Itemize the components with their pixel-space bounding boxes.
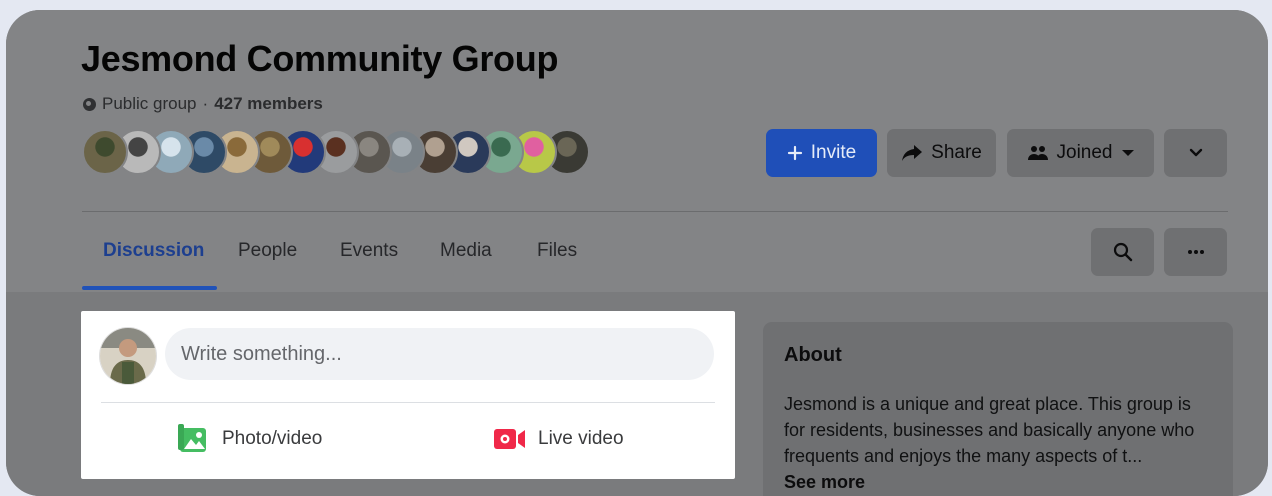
more-options-button[interactable] — [1164, 129, 1227, 177]
tab-events[interactable]: Events — [340, 240, 398, 262]
photo-icon — [178, 424, 206, 452]
joined-label: Joined — [1056, 142, 1113, 163]
options-button[interactable] — [1164, 228, 1227, 276]
composer-divider — [101, 402, 715, 403]
group-meta: Public group · 427 members — [83, 94, 323, 114]
composer-placeholder: Write something... — [181, 342, 342, 365]
tab-discussion[interactable]: Discussion — [103, 240, 204, 262]
share-label: Share — [931, 142, 982, 163]
active-tab-indicator — [82, 286, 217, 290]
privacy-label[interactable]: Public group — [102, 94, 197, 114]
live-video-button[interactable]: Live video — [494, 421, 624, 457]
photo-video-label: Photo/video — [222, 428, 323, 449]
tab-media[interactable]: Media — [440, 240, 492, 262]
member-avatars[interactable] — [82, 129, 590, 177]
group-title[interactable]: Jesmond Community Group — [81, 38, 558, 80]
chevron-down-icon — [1189, 148, 1202, 157]
invite-button[interactable]: Invite — [766, 129, 877, 177]
video-camera-icon — [494, 429, 525, 449]
tab-files[interactable]: Files — [537, 240, 577, 262]
about-description: Jesmond is a unique and great place. Thi… — [784, 391, 1214, 495]
share-button[interactable]: Share — [887, 129, 996, 177]
globe-icon — [83, 97, 96, 111]
about-text: Jesmond is a unique and great place. Thi… — [784, 394, 1195, 466]
search-button[interactable] — [1091, 228, 1154, 276]
see-more-link[interactable]: See more — [784, 472, 865, 492]
user-photo — [100, 328, 156, 384]
about-card: About Jesmond is a unique and great plac… — [763, 322, 1233, 496]
about-title: About — [784, 344, 842, 366]
avatar[interactable] — [100, 328, 156, 384]
live-video-label: Live video — [538, 428, 624, 449]
plus-icon — [787, 145, 802, 161]
ellipsis-icon — [1187, 250, 1204, 254]
search-icon — [1113, 242, 1132, 262]
caret-down-icon — [1121, 150, 1134, 156]
share-arrow-icon — [902, 145, 923, 161]
member-count[interactable]: 427 members — [214, 94, 323, 114]
people-icon — [1027, 146, 1048, 160]
photo-video-button[interactable]: Photo/video — [178, 421, 322, 457]
meta-separator: · — [202, 94, 209, 113]
write-something-input[interactable]: Write something... — [165, 328, 714, 380]
invite-label: Invite — [810, 142, 857, 163]
header-divider — [82, 211, 1228, 212]
tab-people[interactable]: People — [238, 240, 297, 262]
post-composer: Write something... Photo/video Live vide… — [81, 311, 735, 479]
member-avatar[interactable] — [82, 129, 128, 175]
joined-button[interactable]: Joined — [1007, 129, 1154, 177]
